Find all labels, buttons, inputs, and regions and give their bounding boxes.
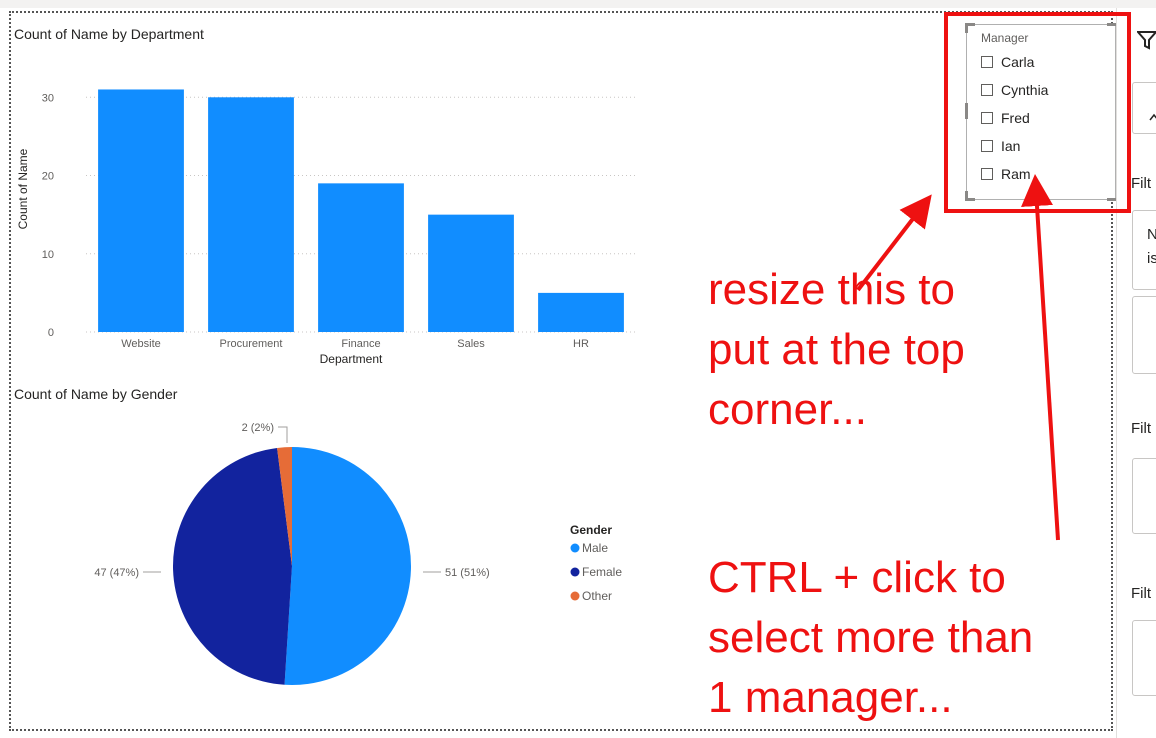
resize-handle-top-left-v[interactable]	[965, 23, 968, 33]
pie-chart-visual[interactable]: Count of Name by Gender 51 (51%) 47 (47%)…	[14, 386, 694, 716]
x-tick-label: Finance	[341, 338, 380, 350]
checkbox[interactable]	[981, 84, 993, 96]
pane-search-card[interactable]	[1132, 82, 1156, 134]
bar-chart-svg: 0 10 20 30 Website Procurement Finance Sales HR D…	[16, 89, 636, 366]
slicer-item-carla[interactable]: Carla	[981, 51, 1034, 73]
x-tick-label: Sales	[457, 338, 485, 350]
filter-card-text: N	[1147, 226, 1156, 243]
data-label: 51 (51%)	[445, 567, 490, 579]
resize-handle-bottom[interactable]	[1029, 198, 1045, 201]
filter-section-label: Filt	[1131, 585, 1151, 602]
slicer-item-label: Fred	[1001, 110, 1030, 126]
filter-section-label: Filt	[1131, 175, 1151, 192]
x-tick-label: Procurement	[220, 338, 283, 350]
resize-handle-bottom-left-v[interactable]	[965, 191, 968, 201]
y-tick-label: 20	[42, 171, 54, 183]
data-label: 47 (47%)	[94, 567, 139, 579]
slicer-header: Manager	[981, 31, 1029, 45]
slicer-item-ram[interactable]: Ram	[981, 163, 1031, 185]
slicer-item-cynthia[interactable]: Cynthia	[981, 79, 1048, 101]
bar	[538, 292, 624, 332]
filter-card[interactable]	[1132, 296, 1156, 374]
annotation-line: resize this to	[708, 265, 955, 314]
bar	[208, 97, 294, 332]
slicer-item-label: Cynthia	[1001, 82, 1049, 98]
filter-section-label: Filt	[1131, 420, 1151, 437]
y-tick-label: 30	[42, 92, 54, 104]
resize-annotation: resize this to put at the top corner...	[708, 260, 965, 440]
legend-marker	[570, 543, 580, 553]
annotation-line: put at the top	[708, 325, 965, 374]
legend-title: Gender	[570, 523, 612, 537]
y-tick-label: 0	[48, 327, 54, 339]
y-axis-title: Count of Name	[16, 148, 30, 229]
chevron-up-icon[interactable]	[1149, 112, 1156, 122]
bar	[428, 214, 514, 332]
ctrl-click-annotation: CTRL + click to select more than 1 manag…	[708, 548, 1033, 728]
annotation-line: select more than	[708, 613, 1034, 662]
pie-chart-svg: 51 (51%) 47 (47%) 2 (2%) Gender Male Female Ot…	[94, 422, 622, 685]
data-label: 2 (2%)	[242, 422, 274, 434]
slicer-item-label: Carla	[1001, 54, 1035, 70]
filter-card[interactable]	[1132, 620, 1156, 696]
manager-slicer[interactable]: Manager Carla Cynthia Fred Ian Ram	[965, 23, 1117, 201]
filter-icon[interactable]	[1137, 30, 1156, 50]
y-tick-label: 10	[42, 249, 54, 261]
pie-slice	[173, 447, 292, 685]
slicer-item-label: Ram	[1001, 166, 1031, 182]
annotation-line: corner...	[708, 385, 867, 434]
slicer-item-ian[interactable]: Ian	[981, 135, 1020, 157]
bar	[98, 89, 184, 333]
resize-handle-left[interactable]	[965, 103, 968, 119]
bar-chart-visual[interactable]: Count of Name by Department 0 10 20 30 Websi…	[14, 26, 654, 376]
checkbox[interactable]	[981, 56, 993, 68]
legend-label: Other	[582, 589, 612, 603]
slicer-item-label: Ian	[1001, 138, 1021, 154]
checkbox[interactable]	[981, 112, 993, 124]
x-axis-title: Department	[320, 352, 383, 366]
pie-slice	[284, 447, 412, 685]
legend-marker	[570, 567, 580, 577]
annotation-line: 1 manager...	[708, 673, 953, 722]
legend-label: Male	[582, 541, 608, 555]
checkbox[interactable]	[981, 140, 993, 152]
filter-card-text: is	[1147, 250, 1156, 267]
x-tick-label: HR	[573, 338, 589, 350]
filter-card[interactable]	[1132, 458, 1156, 534]
top-strip	[0, 0, 1156, 8]
legend-label: Female	[582, 565, 622, 579]
annotation-line: CTRL + click to	[708, 553, 1006, 602]
bar	[318, 183, 404, 332]
leader-line	[278, 426, 288, 443]
legend-marker	[570, 591, 580, 601]
checkbox[interactable]	[981, 168, 993, 180]
x-tick-label: Website	[121, 338, 161, 350]
slicer-item-fred[interactable]: Fred	[981, 107, 1030, 129]
